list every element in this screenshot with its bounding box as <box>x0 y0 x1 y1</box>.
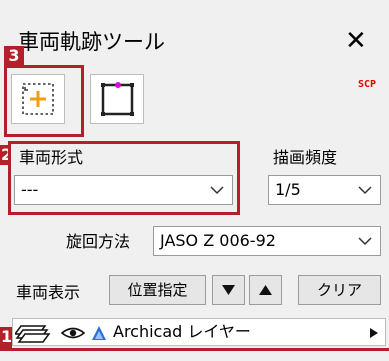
vehicle-frame-icon <box>101 82 134 116</box>
layer-type-icon <box>92 326 106 340</box>
chevron-down-icon <box>358 186 372 195</box>
play-right-icon[interactable] <box>369 327 379 339</box>
callout-number-1: 1 <box>0 327 12 349</box>
turning-method-value: JASO Z 006-92 <box>160 231 276 250</box>
layer-bar[interactable]: Archicad レイヤー <box>12 318 386 346</box>
add-point-icon <box>22 83 54 115</box>
callout-underline-1 <box>0 348 389 351</box>
triangle-up-icon <box>259 285 272 295</box>
vehicle-type-label: 車両形式 <box>19 148 84 167</box>
chevron-down-icon <box>358 237 372 246</box>
move-up-button[interactable] <box>249 275 282 305</box>
eye-icon[interactable] <box>61 325 85 341</box>
triangle-down-icon <box>222 285 235 295</box>
scp-label: SCP <box>358 79 377 90</box>
add-vehicle-tool-button[interactable] <box>11 74 65 124</box>
vehicle-display-label: 車両表示 <box>16 283 81 302</box>
position-button[interactable]: 位置指定 <box>109 275 206 305</box>
clear-button[interactable]: クリア <box>298 275 381 305</box>
close-icon[interactable]: ✕ <box>345 28 367 54</box>
chevron-down-icon <box>210 186 224 195</box>
draw-frequency-label: 描画頻度 <box>273 148 338 167</box>
callout-number-3: 3 <box>4 46 24 66</box>
turning-method-label: 旋回方法 <box>66 232 131 251</box>
window-title: 車両軌跡ツール <box>18 30 165 54</box>
move-down-button[interactable] <box>212 275 245 305</box>
draw-frequency-select[interactable]: 1/5 <box>268 175 381 205</box>
turning-method-select[interactable]: JASO Z 006-92 <box>153 226 381 256</box>
layer-name: Archicad レイヤー <box>113 322 251 341</box>
edit-vehicle-tool-button[interactable] <box>90 74 144 124</box>
layers-icon <box>15 325 51 343</box>
vehicle-type-select[interactable]: --- <box>14 175 233 205</box>
vehicle-type-value: --- <box>21 180 39 199</box>
draw-frequency-value: 1/5 <box>275 180 301 199</box>
